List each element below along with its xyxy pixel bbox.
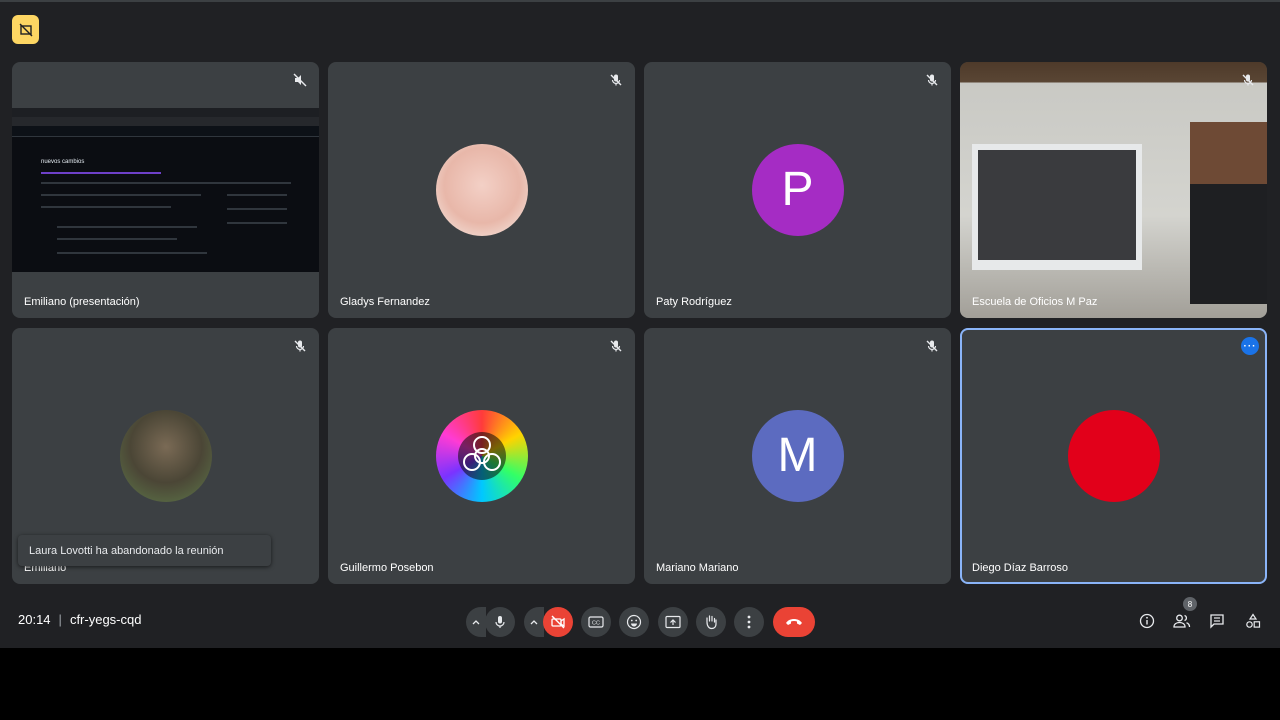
mic-button[interactable] [485, 607, 515, 637]
meeting-info: 20:14 | cfr-yegs-cqd [18, 612, 141, 627]
raise-hand-button[interactable] [696, 607, 726, 637]
end-call-icon [786, 619, 802, 625]
emoji-button[interactable] [619, 607, 649, 637]
participant-tile-guillermo[interactable]: Guillermo Posebon [328, 328, 635, 584]
emoji-icon [626, 614, 642, 630]
meeting-code: cfr-yegs-cqd [69, 612, 142, 627]
record-off-icon [19, 23, 32, 36]
camera-off-icon [551, 615, 565, 629]
mic-off-icon [1242, 74, 1254, 86]
avatar-solid [1067, 410, 1160, 502]
notification-toast: Laura Lovotti ha abandonado la reunión [18, 535, 271, 566]
video-options-button[interactable] [524, 607, 544, 637]
mic-off-icon [926, 340, 938, 352]
avatar-initial: M [777, 429, 818, 482]
meet-window: nuevos cambios Emiliano (presentación) G [0, 0, 1280, 648]
participant-tile-paty[interactable]: P Paty Rodríguez [644, 62, 951, 318]
avatar-letter: M [751, 410, 844, 502]
svg-text:CC: CC [592, 621, 600, 627]
avatar-letter: P [751, 144, 844, 236]
mic-icon [495, 616, 505, 628]
mic-off-icon [926, 74, 938, 86]
speaker-muted-icon [293, 73, 307, 87]
audio-options-button[interactable] [466, 607, 486, 637]
participant-name: Mariano Mariano [656, 562, 739, 574]
avatar-photo [435, 144, 528, 236]
participant-name: Escuela de Oficios M Paz [972, 296, 1098, 308]
camera-button[interactable] [543, 607, 573, 637]
participant-name: Diego Díaz Barroso [972, 562, 1068, 574]
captions-icon: CC [588, 616, 604, 628]
captions-button[interactable]: CC [581, 607, 611, 637]
end-call-button[interactable] [773, 607, 815, 637]
biohazard-icon [457, 432, 506, 480]
mic-off-icon [294, 340, 306, 352]
activities-icon [1246, 613, 1261, 628]
chat-icon [1210, 614, 1224, 629]
participant-tile-escuela[interactable]: Escuela de Oficios M Paz [960, 62, 1267, 318]
control-bar: 20:14 | cfr-yegs-cqd CC [0, 602, 1280, 642]
meeting-details-button[interactable] [1136, 610, 1158, 632]
participant-name: Guillermo Posebon [340, 562, 434, 574]
participant-name: Emiliano (presentación) [24, 296, 140, 308]
shared-screen-title: nuevos cambios [41, 159, 85, 165]
more-vert-icon [747, 615, 751, 629]
raise-hand-icon [706, 615, 717, 630]
people-icon [1173, 614, 1191, 628]
meeting-time: 20:14 [18, 612, 51, 627]
participant-tile-diego[interactable]: ··· Diego Díaz Barroso [960, 328, 1267, 584]
participant-name: Paty Rodríguez [656, 296, 732, 308]
tile-more-options-button[interactable]: ··· [1241, 337, 1259, 355]
camera-feed [960, 62, 1267, 318]
avatar-initial: P [781, 163, 814, 216]
present-icon [665, 615, 681, 629]
chat-button[interactable] [1206, 610, 1228, 632]
chevron-up-icon [530, 620, 538, 625]
people-button[interactable] [1171, 610, 1193, 632]
participant-count-badge: 8 [1183, 597, 1197, 611]
info-icon [1139, 613, 1155, 629]
chevron-up-icon [472, 620, 480, 625]
no-recording-badge[interactable] [12, 15, 39, 44]
shared-screen: nuevos cambios [12, 108, 319, 272]
avatar-photo [119, 410, 212, 502]
participant-tile-mariano[interactable]: M Mariano Mariano [644, 328, 951, 584]
participant-name: Gladys Fernandez [340, 296, 430, 308]
participant-tile-gladys[interactable]: Gladys Fernandez [328, 62, 635, 318]
activities-button[interactable] [1242, 610, 1264, 632]
avatar-photo [435, 410, 528, 502]
present-button[interactable] [658, 607, 688, 637]
separator: | [58, 612, 62, 627]
mic-off-icon [610, 340, 622, 352]
mic-off-icon [610, 74, 622, 86]
more-options-button[interactable] [734, 607, 764, 637]
participant-tile-presentation[interactable]: nuevos cambios Emiliano (presentación) [12, 62, 319, 318]
